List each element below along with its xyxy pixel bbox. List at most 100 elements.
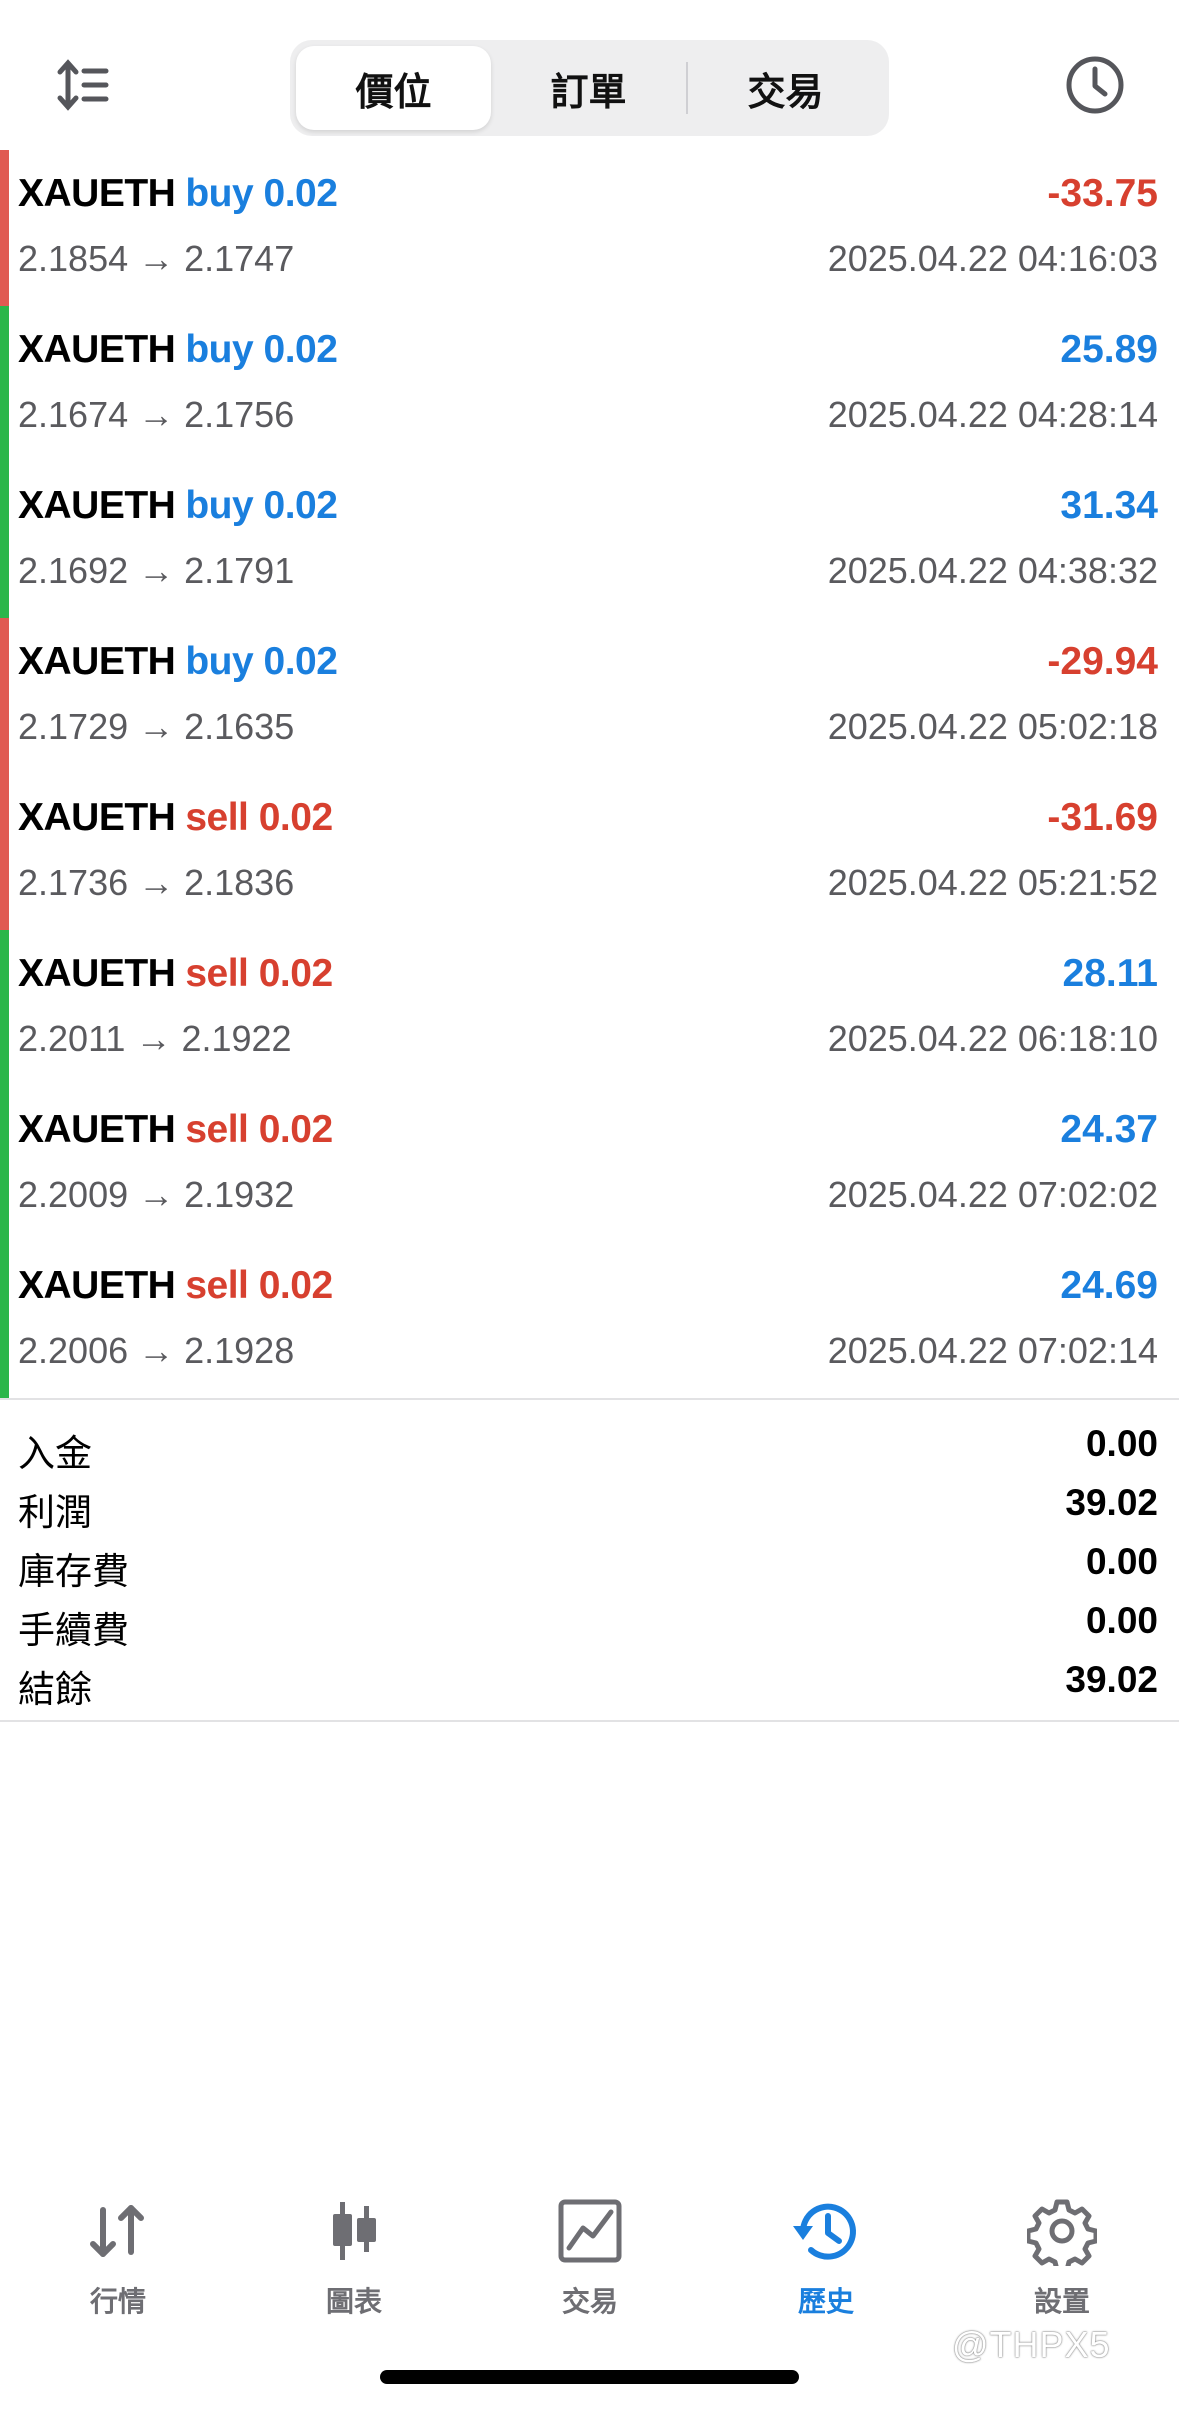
trade-side-volume: buy 0.02	[185, 484, 338, 527]
trade-history-list: XAUETH buy 0.02 2.1854 → 2.1747 -33.75 2025.…	[0, 150, 1179, 1398]
segment-price[interactable]: 價位	[296, 46, 491, 130]
history-icon	[793, 2203, 856, 2260]
trade-row[interactable]: XAUETH sell 0.02 2.2006 → 2.1928 24.69 2025.…	[0, 1242, 1179, 1398]
summary-row-deposit: 入金 0.00	[0, 1415, 1179, 1475]
trade-profit: 24.37	[1060, 1108, 1158, 1151]
quotes-arrows-icon	[90, 2205, 144, 2257]
tab-quotes[interactable]: 行情	[0, 2170, 236, 2320]
summary-value: 0.00	[1085, 1541, 1158, 1582]
trade-prices: 2.1674 → 2.1756	[18, 394, 295, 435]
sort-button[interactable]	[50, 52, 116, 118]
summary-label: 入金	[18, 1432, 92, 1475]
result-indicator-bar	[0, 1242, 9, 1398]
trade-prices: 2.1729 → 2.1635	[18, 706, 295, 747]
clock-icon	[1066, 56, 1124, 114]
trade-time: 2025.04.22 06:18:10	[827, 1018, 1158, 1059]
trade-time: 2025.04.22 07:02:02	[827, 1174, 1158, 1215]
tab-settings[interactable]: 設置	[944, 2170, 1179, 2320]
trade-symbol: XAUETH	[18, 640, 176, 683]
segment-orders[interactable]: 訂單	[491, 46, 686, 130]
summary-row-swap: 庫存費 0.00	[0, 1533, 1179, 1593]
list-divider	[0, 1398, 1179, 1400]
trade-row[interactable]: XAUETH buy 0.02 2.1674 → 2.1756 25.89 2025.0…	[0, 306, 1179, 462]
tab-trade[interactable]: 交易	[472, 2170, 708, 2320]
trade-title: XAUETH sell 0.02	[18, 796, 343, 840]
trade-row[interactable]: XAUETH sell 0.02 2.2011 → 2.1922 28.11 2025.…	[0, 930, 1179, 1086]
trade-side-volume: buy 0.02	[185, 328, 338, 371]
trade-symbol: XAUETH	[18, 172, 176, 215]
trade-side-volume: buy 0.02	[185, 640, 338, 683]
view-segmented-control: 價位 訂單 交易	[290, 40, 889, 136]
summary-row-commission: 手續費 0.00	[0, 1592, 1179, 1652]
trade-symbol: XAUETH	[18, 1264, 176, 1307]
result-indicator-bar	[0, 930, 9, 1086]
summary-row-balance: 結餘 39.02	[0, 1651, 1179, 1711]
trade-profit: -33.75	[1047, 172, 1158, 215]
summary-divider	[0, 1720, 1179, 1722]
settings-gear-icon	[1027, 2199, 1097, 2266]
summary-row-profit: 利潤 39.02	[0, 1474, 1179, 1534]
trade-row[interactable]: XAUETH buy 0.02 2.1692 → 2.1791 31.34 2025.0…	[0, 462, 1179, 618]
trade-symbol: XAUETH	[18, 328, 176, 371]
trade-symbol: XAUETH	[18, 484, 176, 527]
summary-value: 39.02	[1065, 1659, 1158, 1700]
top-header: 價位 訂單 交易	[0, 0, 1179, 150]
account-summary: 入金 0.00 利潤 39.02 庫存費 0.00 手續費 0.00 結餘 39…	[0, 1415, 1179, 1711]
trade-title: XAUETH sell 0.02	[18, 1108, 343, 1152]
trade-prices: 2.1692 → 2.1791	[18, 550, 295, 591]
tab-label: 歷史	[797, 2285, 854, 2318]
trade-title: XAUETH buy 0.02	[18, 484, 347, 528]
result-indicator-bar	[0, 462, 9, 618]
tab-label: 行情	[89, 2285, 146, 2318]
trade-time: 2025.04.22 05:21:52	[827, 862, 1158, 903]
time-filter-button[interactable]	[1062, 52, 1128, 118]
result-indicator-bar	[0, 774, 9, 930]
trade-title: XAUETH buy 0.02	[18, 640, 347, 684]
summary-value: 39.02	[1065, 1482, 1158, 1523]
tab-history[interactable]: 歷史	[708, 2170, 944, 2320]
summary-label: 利潤	[18, 1491, 92, 1534]
trade-title: XAUETH sell 0.02	[18, 1264, 343, 1308]
trade-prices: 2.2006 → 2.1928	[18, 1330, 295, 1371]
trade-prices: 2.2011 → 2.1922	[18, 1018, 292, 1059]
trade-title: XAUETH buy 0.02	[18, 172, 347, 216]
segment-deals[interactable]: 交易	[688, 46, 883, 130]
summary-value: 0.00	[1085, 1600, 1158, 1641]
tab-label: 設置	[1033, 2285, 1090, 2318]
summary-label: 結餘	[18, 1668, 92, 1711]
trade-profit: -29.94	[1047, 640, 1158, 683]
result-indicator-bar	[0, 618, 9, 774]
bottom-tab-bar: 行情 圖表 交易 歷史 設置	[0, 2170, 1179, 2340]
tab-charts[interactable]: 圖表	[236, 2170, 472, 2320]
sort-icon	[57, 59, 109, 111]
trade-prices: 2.1854 → 2.1747	[18, 238, 295, 279]
trade-time: 2025.04.22 04:28:14	[827, 394, 1158, 435]
trade-symbol: XAUETH	[18, 796, 176, 839]
trade-side-volume: sell 0.02	[185, 952, 333, 995]
trade-profit: -31.69	[1047, 796, 1158, 839]
trade-profit: 28.11	[1062, 952, 1158, 995]
trade-time: 2025.04.22 05:02:18	[827, 706, 1158, 747]
trade-side-volume: buy 0.02	[185, 172, 338, 215]
trade-profit: 24.69	[1060, 1264, 1158, 1307]
trade-side-volume: sell 0.02	[185, 796, 333, 839]
trade-profit: 31.34	[1060, 484, 1158, 527]
trade-prices: 2.1736 → 2.1836	[18, 862, 295, 903]
home-indicator[interactable]	[380, 2370, 799, 2384]
trade-symbol: XAUETH	[18, 952, 176, 995]
trade-row[interactable]: XAUETH buy 0.02 2.1729 → 2.1635 -29.94 2025.…	[0, 618, 1179, 774]
watermark-text: @THPX5	[952, 2324, 1111, 2365]
result-indicator-bar	[0, 150, 9, 306]
summary-value: 0.00	[1085, 1423, 1158, 1464]
trade-time: 2025.04.22 04:16:03	[827, 238, 1158, 279]
trade-profit: 25.89	[1060, 328, 1158, 371]
trade-row[interactable]: XAUETH sell 0.02 2.2009 → 2.1932 24.37 2025.…	[0, 1086, 1179, 1242]
trade-title: XAUETH buy 0.02	[18, 328, 347, 372]
trade-prices: 2.2009 → 2.1932	[18, 1174, 295, 1215]
trade-row[interactable]: XAUETH sell 0.02 2.1736 → 2.1836 -31.69 2025…	[0, 774, 1179, 930]
trade-row[interactable]: XAUETH buy 0.02 2.1854 → 2.1747 -33.75 2025.…	[0, 150, 1179, 306]
result-indicator-bar	[0, 306, 9, 462]
trade-title: XAUETH sell 0.02	[18, 952, 343, 996]
trade-side-volume: sell 0.02	[185, 1264, 333, 1307]
trade-chart-icon	[558, 2199, 622, 2263]
